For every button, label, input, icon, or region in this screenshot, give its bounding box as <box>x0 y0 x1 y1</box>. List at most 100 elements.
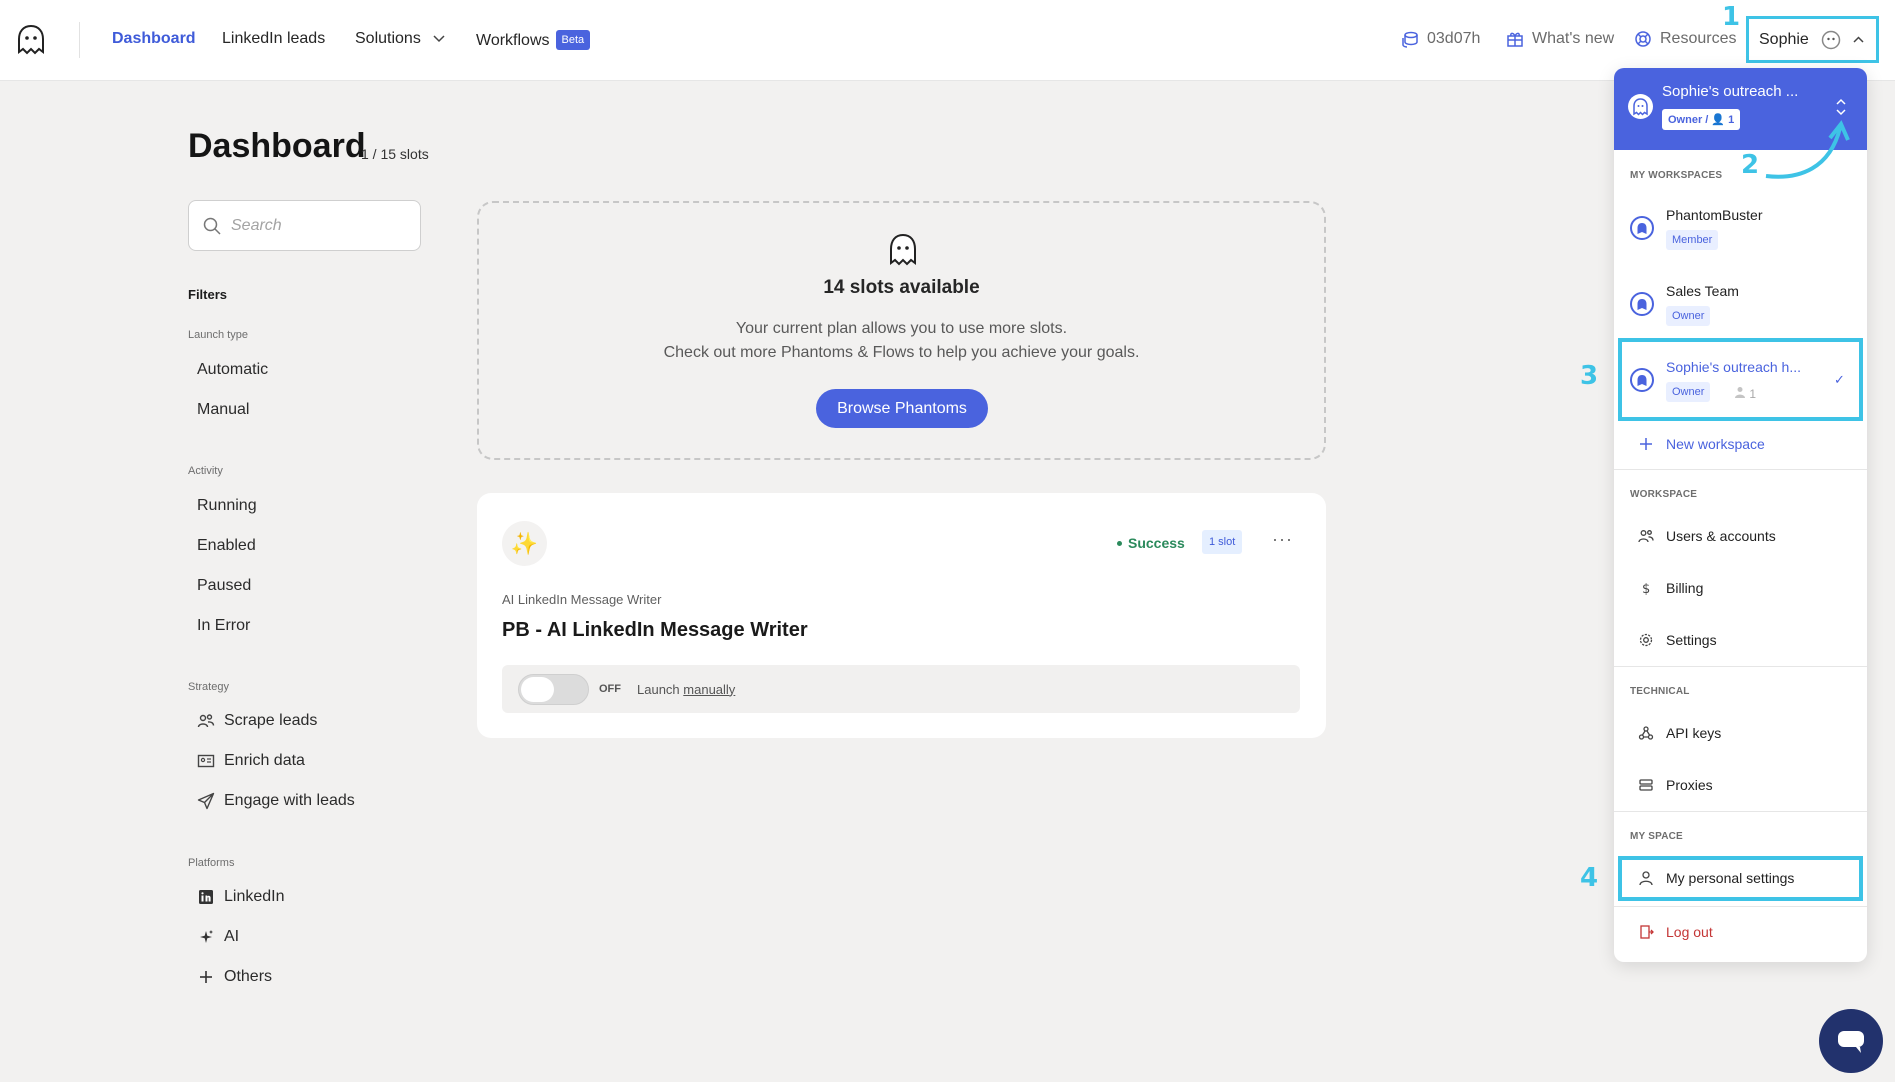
filter-label: Paused <box>197 577 252 594</box>
divider <box>1614 666 1867 667</box>
whats-new-label: What's new <box>1532 30 1615 47</box>
dollar-icon: $ <box>1642 582 1650 596</box>
users-icon <box>197 714 215 728</box>
new-workspace-label: New workspace <box>1666 436 1765 452</box>
divider <box>1614 906 1867 907</box>
technical-section-title: TECHNICAL <box>1630 686 1690 697</box>
callout-2: 2 <box>1741 150 1760 180</box>
settings-link[interactable]: Settings <box>1614 620 1867 660</box>
status-badge: Success <box>1117 535 1185 551</box>
filters-title: Filters <box>188 287 228 302</box>
page-title: Dashboard <box>188 127 366 165</box>
nav-dashboard[interactable]: Dashboard <box>112 30 196 48</box>
search-box[interactable] <box>188 200 421 251</box>
id-card-icon <box>197 754 215 768</box>
workspace-item-sales-team[interactable]: Sales Team Owner <box>1614 274 1867 344</box>
nav-workflows[interactable]: Workflows Beta <box>476 30 591 50</box>
highlight-box-selected-workspace <box>1618 338 1863 421</box>
filter-label: Others <box>224 968 273 985</box>
nav-solutions[interactable]: Solutions <box>355 30 445 48</box>
slots-description-2: Check out more Phantoms & Flows to help … <box>663 344 1140 361</box>
user-avatar-icon <box>1821 30 1841 49</box>
users-icon <box>1638 530 1654 543</box>
users-accounts-link[interactable]: Users & accounts <box>1614 516 1867 556</box>
strategy-title: Strategy <box>188 681 229 693</box>
nav-divider <box>79 22 80 58</box>
log-out-button[interactable]: Log out <box>1614 912 1867 952</box>
search-icon <box>203 217 221 235</box>
chevron-down-icon <box>433 35 445 43</box>
filter-label: In Error <box>197 617 251 634</box>
status-dot <box>1117 540 1122 546</box>
slots-description-1: Your current plan allows you to use more… <box>735 320 1068 337</box>
new-workspace-button[interactable]: New workspace <box>1614 424 1867 464</box>
plus-icon <box>1640 438 1652 450</box>
chat-icon <box>1838 1031 1864 1053</box>
filter-enrich-data[interactable]: Enrich data <box>197 752 305 770</box>
nav-linkedin-leads[interactable]: LinkedIn leads <box>222 30 325 48</box>
filter-manual[interactable]: Manual <box>197 401 249 419</box>
server-icon <box>1639 779 1653 791</box>
filter-linkedin[interactable]: LinkedIn <box>197 888 285 906</box>
toggle-state-label: OFF <box>599 683 621 695</box>
user-menu-button[interactable]: Sophie <box>1746 16 1879 63</box>
divider <box>1614 811 1867 812</box>
phantom-card[interactable]: ✨ Success 1 slot ··· AI LinkedIn Message… <box>477 493 1326 738</box>
filter-others[interactable]: Others <box>197 968 272 986</box>
filter-label: Scrape leads <box>224 712 318 729</box>
filter-running[interactable]: Running <box>197 497 257 515</box>
launch-bar: OFF Launch manually <box>502 665 1300 713</box>
filter-label: AI <box>224 928 240 945</box>
phantom-name[interactable]: PB - AI LinkedIn Message Writer <box>502 619 808 642</box>
filter-engage-leads[interactable]: Engage with leads <box>197 792 355 810</box>
filter-paused[interactable]: Paused <box>197 577 251 595</box>
phantombuster-logo-icon[interactable] <box>16 24 46 56</box>
launch-prefix: Launch <box>637 681 680 697</box>
trial-timer-text: 03d07h <box>1427 30 1481 47</box>
workspace-ghost-icon <box>1630 216 1654 240</box>
coins-icon <box>1402 31 1418 48</box>
search-input[interactable] <box>231 216 401 235</box>
browse-phantoms-button[interactable]: Browse Phantoms <box>816 389 988 428</box>
trial-timer[interactable]: 03d07h <box>1401 30 1480 48</box>
slots-count: 1 / 15 slots <box>361 146 429 162</box>
chat-button[interactable] <box>1819 1009 1883 1073</box>
resources-link[interactable]: Resources <box>1634 30 1736 48</box>
filter-label: Running <box>197 497 257 514</box>
callout-4: 4 <box>1580 863 1599 893</box>
callout-1: 1 <box>1722 2 1741 32</box>
lifebuoy-icon <box>1635 31 1651 47</box>
proxies-link[interactable]: Proxies <box>1614 765 1867 805</box>
ghost-icon <box>890 233 916 266</box>
current-workspace-role: Owner / 👤 1 <box>1662 109 1741 130</box>
switch-workspace-icon[interactable] <box>1834 98 1848 116</box>
whats-new-link[interactable]: What's new <box>1506 30 1614 48</box>
activity-title: Activity <box>188 465 223 477</box>
nav-workflows-label: Workflows <box>476 32 550 49</box>
user-name: Sophie <box>1759 30 1809 48</box>
filter-scrape-leads[interactable]: Scrape leads <box>197 712 317 730</box>
workspace-ghost-icon <box>1630 292 1654 316</box>
filter-automatic[interactable]: Automatic <box>197 361 268 379</box>
filter-in-error[interactable]: In Error <box>197 617 250 635</box>
filter-label: LinkedIn <box>224 888 285 905</box>
workspace-item-phantombuster[interactable]: PhantomBuster Member <box>1614 198 1867 268</box>
filter-ai[interactable]: AI <box>197 928 239 946</box>
linkedin-icon <box>199 890 213 904</box>
resources-label: Resources <box>1660 30 1737 47</box>
slots-available-title: 14 slots available <box>823 277 980 298</box>
workspace-section-title: WORKSPACE <box>1630 489 1698 500</box>
chevron-up-icon <box>1853 36 1864 43</box>
platforms-title: Platforms <box>188 857 235 869</box>
more-options-button[interactable]: ··· <box>1272 529 1293 550</box>
workspace-avatar-icon <box>1628 94 1653 119</box>
slot-badge: 1 slot <box>1202 530 1243 554</box>
my-workspaces-title: MY WORKSPACES <box>1630 170 1723 181</box>
api-keys-link[interactable]: API keys <box>1614 713 1867 753</box>
launch-toggle[interactable] <box>518 673 589 705</box>
launch-type-title: Launch type <box>188 329 248 341</box>
callout-3: 3 <box>1580 361 1599 391</box>
billing-link[interactable]: $ Billing <box>1614 568 1867 608</box>
launch-mode-link[interactable]: manually <box>683 682 735 697</box>
filter-enabled[interactable]: Enabled <box>197 537 256 555</box>
